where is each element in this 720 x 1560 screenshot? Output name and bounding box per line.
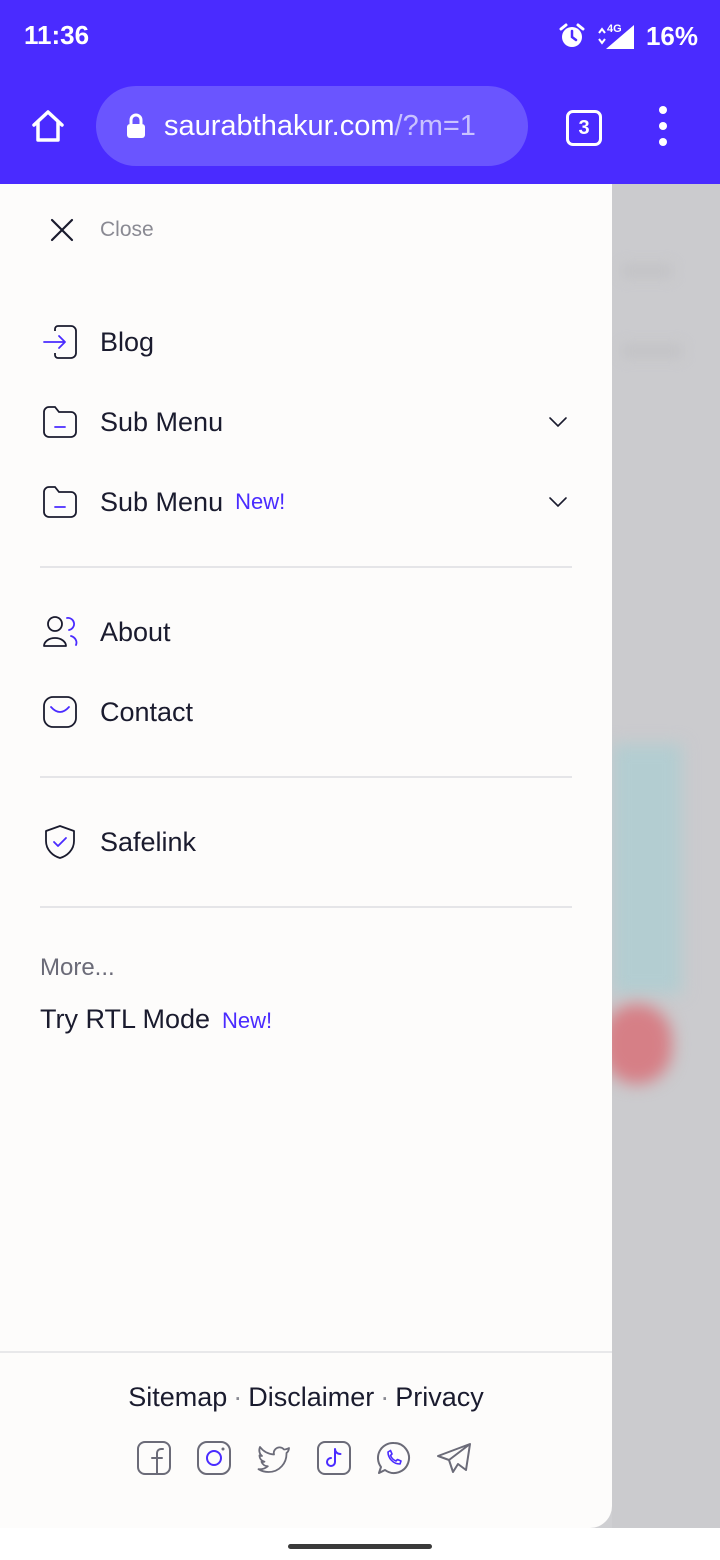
close-label: Close (100, 218, 154, 241)
menu-item-safelink[interactable]: Safelink (40, 812, 572, 872)
home-indicator[interactable] (288, 1544, 432, 1549)
more-heading: More... (40, 954, 115, 981)
privacy-link[interactable]: Privacy (395, 1382, 484, 1412)
rtl-mode-link[interactable]: Try RTL Mode New! (40, 1004, 272, 1035)
alarm-icon (559, 23, 585, 47)
lock-icon (124, 112, 148, 140)
menu-item-submenu-new[interactable]: Sub Menu New! (40, 472, 572, 532)
system-nav-bar (0, 1528, 720, 1560)
menu-item-label: Safelink (100, 826, 197, 857)
new-badge: New! (222, 1008, 273, 1033)
close-icon (40, 214, 84, 246)
disclaimer-link[interactable]: Disclaimer (248, 1382, 374, 1412)
status-icons: 4G 16% (558, 18, 698, 54)
whatsapp-icon[interactable] (376, 1440, 412, 1476)
rtl-mode-label: Try RTL Mode (40, 1004, 211, 1034)
overflow-menu-icon[interactable] (650, 106, 676, 146)
divider (40, 776, 572, 778)
divider (40, 566, 572, 568)
backdrop-shape (612, 744, 682, 994)
menu-item-about[interactable]: About (40, 602, 572, 662)
status-time: 11:36 (24, 20, 90, 50)
navigation-drawer: Close Blog Sub Menu Sub Menu New! About … (0, 184, 612, 1528)
address-bar[interactable]: saurabthakur.com/?m=1 (96, 86, 528, 166)
sitemap-link[interactable]: Sitemap (128, 1382, 227, 1412)
footer-links: Sitemap · Disclaimer · Privacy (0, 1382, 612, 1413)
facebook-icon[interactable] (136, 1440, 172, 1476)
new-badge: New! (235, 489, 286, 514)
close-button[interactable]: Close (40, 214, 154, 246)
divider (40, 906, 572, 908)
menu-item-label: About (100, 616, 171, 647)
login-arrow-icon (40, 322, 80, 362)
menu-item-label: Contact (100, 696, 194, 727)
backdrop-shape (612, 1004, 672, 1084)
telegram-icon[interactable] (436, 1440, 472, 1476)
url-text: saurabthakur.com/?m=1 (164, 110, 514, 143)
menu-item-blog[interactable]: Blog (40, 312, 572, 372)
signal-icon: 4G (598, 23, 634, 49)
mail-icon (40, 692, 80, 732)
footer-divider (0, 1351, 612, 1353)
chevron-down-icon (549, 417, 567, 428)
menu-item-label: Sub Menu (100, 486, 224, 517)
menu-item-contact[interactable]: Contact (40, 682, 572, 742)
tiktok-icon[interactable] (316, 1440, 352, 1476)
backdrop-shape (622, 344, 682, 358)
shield-check-icon (40, 822, 80, 862)
folder-icon (40, 482, 80, 522)
menu-item-submenu[interactable]: Sub Menu (40, 392, 572, 452)
status-bar: 11:36 4G 16% (0, 0, 720, 72)
instagram-icon[interactable] (196, 1440, 232, 1476)
tab-switcher-button[interactable]: 3 (566, 110, 602, 146)
home-button[interactable] (22, 100, 74, 152)
network-type: 4G (607, 23, 622, 35)
url-host: saurabthakur.com (164, 109, 395, 142)
backdrop-shape (622, 264, 672, 278)
home-icon (32, 110, 64, 142)
folder-icon (40, 402, 80, 442)
page-backdrop[interactable] (612, 184, 720, 1528)
browser-toolbar: saurabthakur.com/?m=1 3 (0, 72, 720, 184)
twitter-icon[interactable] (256, 1440, 292, 1476)
footer-separator: · (380, 1382, 390, 1412)
battery-percent: 16% (645, 20, 698, 51)
menu-item-label: Blog (100, 326, 155, 357)
url-path: /?m=1 (394, 109, 476, 142)
users-icon (40, 612, 80, 652)
chevron-down-icon (549, 497, 567, 508)
footer-separator: · (233, 1382, 243, 1412)
menu-item-label: Sub Menu (100, 406, 224, 437)
social-links (136, 1440, 472, 1476)
